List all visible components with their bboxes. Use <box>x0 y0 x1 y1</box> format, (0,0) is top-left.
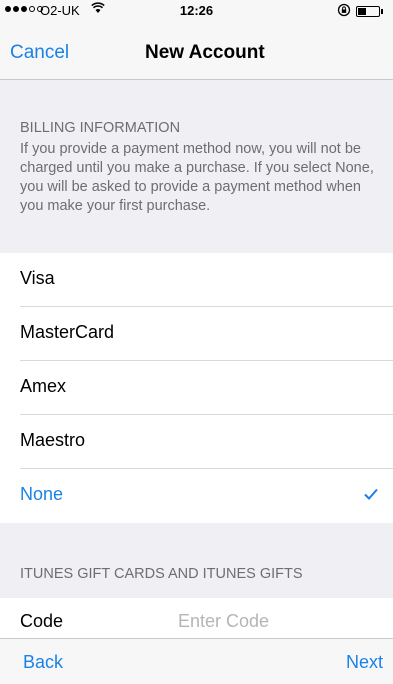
gift-section-header: ITUNES GIFT CARDS AND ITUNES GIFTS <box>20 566 303 582</box>
payment-option-maestro[interactable]: Maestro <box>0 415 393 469</box>
battery-icon <box>356 6 380 17</box>
screen: O2-UK 12:26 Cancel New Account BILLING I… <box>0 0 393 684</box>
next-button[interactable]: Next <box>346 652 383 673</box>
payment-option-label: Amex <box>20 376 67 396</box>
back-button[interactable]: Back <box>23 652 63 673</box>
page-title: New Account <box>145 42 265 63</box>
billing-section-header: BILLING INFORMATION If you provide a pay… <box>20 119 380 216</box>
orientation-lock-icon <box>337 3 351 20</box>
code-label: Code <box>20 611 64 631</box>
cancel-button[interactable]: Cancel <box>10 42 69 64</box>
billing-header: BILLING INFORMATION <box>20 120 181 136</box>
bottom-toolbar: Back Next <box>0 638 393 684</box>
payment-option-label: MasterCard <box>20 322 115 342</box>
battery-fill <box>358 8 366 15</box>
status-time: 12:26 <box>179 3 214 18</box>
checkmark-icon <box>364 484 378 505</box>
code-input[interactable] <box>178 608 378 634</box>
status-bar: O2-UK 12:26 <box>0 0 393 22</box>
billing-description: If you provide a payment method now, you… <box>20 141 374 214</box>
payment-option-mastercard[interactable]: MasterCard <box>0 307 393 361</box>
payment-option-label: Visa <box>20 268 55 288</box>
battery-tip <box>381 9 383 14</box>
navigation-bar: Cancel New Account <box>0 22 393 80</box>
payment-option-amex[interactable]: Amex <box>0 361 393 415</box>
payment-option-visa[interactable]: Visa <box>0 253 393 307</box>
code-row: Code <box>0 598 393 638</box>
payment-option-label: Maestro <box>20 430 86 450</box>
payment-option-label: None <box>20 484 64 504</box>
payment-option-none[interactable]: None <box>0 469 393 523</box>
